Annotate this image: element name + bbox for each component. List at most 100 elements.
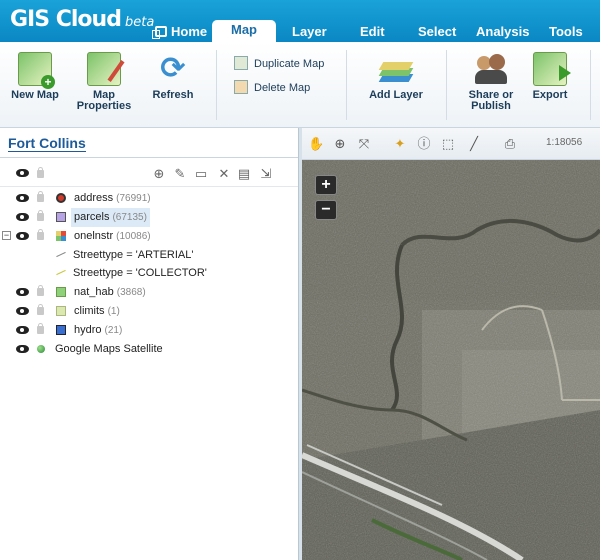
eye-icon[interactable]	[16, 345, 29, 353]
layers-panel: Fort Collins ⊕ ✎ ▭ ✕ ▤ ⇲ address (76991) …	[0, 128, 298, 560]
feature-count: (21)	[104, 325, 123, 336]
polygon-symbol-icon	[56, 287, 66, 297]
edit-icon[interactable]: ✎	[173, 167, 187, 181]
refresh-icon: ⟳	[160, 52, 186, 85]
share-publish-button[interactable]: Share or Publish	[462, 52, 520, 112]
select-pointer-icon[interactable]: ✦	[392, 136, 408, 152]
polygon-symbol-icon	[56, 325, 66, 335]
duplicate-icon	[234, 56, 248, 70]
new-map-button[interactable]: + New Map	[8, 52, 62, 101]
layer-row-nat-hab[interactable]: nat_hab (3868)	[0, 283, 298, 301]
ribbon-divider	[346, 50, 347, 120]
eye-icon[interactable]	[16, 169, 29, 177]
print-icon[interactable]: ⎙	[502, 136, 518, 152]
lock-icon[interactable]	[37, 285, 44, 296]
lock-icon[interactable]	[37, 167, 44, 178]
lock-icon[interactable]	[37, 210, 44, 221]
map-toolbar: ✋ ⊕ ⤧ ✦ ⓘ ⬚ ╱ ⎙ 1:18056	[302, 128, 600, 160]
measure-ruler-icon[interactable]: ╱	[466, 136, 482, 152]
layer-row-address[interactable]: address (76991)	[0, 189, 298, 207]
line-symbol-icon	[56, 269, 66, 276]
map-view[interactable]: + −	[302, 160, 600, 560]
collapse-toggle[interactable]: −	[2, 231, 11, 240]
line-symbol-icon	[56, 251, 66, 258]
layer-row-climits[interactable]: climits (1)	[0, 302, 298, 320]
menu-tools[interactable]: Tools	[549, 22, 583, 42]
project-title[interactable]: Fort Collins	[8, 136, 86, 152]
feature-count: (76991)	[116, 193, 151, 204]
sublayer-label: Streettype = 'ARTERIAL'	[73, 249, 194, 261]
zoom-in-button[interactable]: +	[315, 175, 337, 195]
layer-name: address	[74, 192, 114, 204]
refresh-button[interactable]: ⟳ Refresh	[146, 52, 200, 101]
delete-icon	[234, 80, 248, 94]
eye-icon[interactable]	[16, 232, 29, 240]
layer-name: onelnstr	[74, 230, 114, 242]
multi-style-icon	[56, 231, 66, 241]
home-icon	[152, 26, 167, 39]
sublayer-arterial[interactable]: Streettype = 'ARTERIAL'	[0, 246, 298, 264]
sublayer-collector[interactable]: Streettype = 'COLLECTOR'	[0, 264, 298, 282]
folder-add-icon[interactable]: ▭	[194, 167, 208, 181]
menu-map[interactable]: Map	[212, 20, 276, 42]
eye-icon[interactable]	[16, 213, 29, 221]
lock-icon[interactable]	[37, 191, 44, 202]
layer-row-parcels[interactable]: parcels (67135)	[0, 208, 298, 227]
layer-toolbar: ⊕ ✎ ▭ ✕ ▤ ⇲	[0, 164, 298, 184]
layer-row-hydro[interactable]: hydro (21)	[0, 321, 298, 339]
point-symbol-icon	[56, 193, 66, 203]
menu-select[interactable]: Select	[418, 22, 456, 42]
export-button[interactable]: Export	[526, 52, 574, 101]
info-icon[interactable]: ⓘ	[416, 136, 432, 152]
map-properties-button[interactable]: Map Properties	[72, 52, 136, 112]
delete-map-button[interactable]: Delete Map	[234, 80, 310, 96]
satellite-imagery	[302, 160, 600, 560]
eye-icon[interactable]	[16, 326, 29, 334]
ribbon-divider	[446, 50, 447, 120]
full-extent-icon[interactable]: ⤧	[356, 136, 372, 152]
layer-name: hydro	[74, 324, 102, 336]
top-menu-bar: GIS Cloud beta Home Map Layer Edit Select…	[0, 0, 600, 42]
layer-name: nat_hab	[74, 286, 114, 298]
eye-icon[interactable]	[16, 307, 29, 315]
menu-home[interactable]: Home	[152, 22, 207, 42]
feature-count: (3868)	[116, 287, 146, 298]
zoom-box-icon[interactable]: ⊕	[332, 136, 348, 152]
divider	[0, 186, 298, 187]
pan-hand-icon[interactable]: ✋	[308, 136, 324, 152]
eye-icon[interactable]	[16, 288, 29, 296]
divider	[0, 157, 298, 158]
polygon-symbol-icon	[56, 306, 66, 316]
layer-name: parcels	[74, 211, 110, 223]
ribbon-toolbar: + New Map Map Properties ⟳ Refresh Dupli…	[0, 42, 600, 128]
layer-row-google-satellite[interactable]: Google Maps Satellite	[0, 340, 298, 358]
lock-icon[interactable]	[37, 323, 44, 334]
globe-icon	[37, 345, 45, 353]
ribbon-divider	[216, 50, 217, 120]
eye-icon[interactable]	[16, 194, 29, 202]
layer-name: climits	[74, 305, 105, 317]
feature-count: (10086)	[116, 231, 151, 242]
menu-edit[interactable]: Edit	[360, 22, 385, 42]
add-icon[interactable]: ⊕	[152, 167, 166, 181]
ribbon-divider	[590, 50, 591, 120]
add-layer-button[interactable]: Add Layer	[364, 60, 428, 101]
collapse-all-icon[interactable]: ⇲	[259, 167, 273, 181]
menu-layer[interactable]: Layer	[292, 22, 327, 42]
polygon-symbol-icon	[56, 212, 66, 222]
rectangle-select-icon[interactable]: ⬚	[440, 136, 456, 152]
duplicate-map-button[interactable]: Duplicate Map	[234, 56, 324, 72]
properties-icon[interactable]: ▤	[237, 167, 251, 181]
layer-name: Google Maps Satellite	[55, 343, 163, 355]
zoom-out-button[interactable]: −	[315, 200, 337, 220]
menu-analysis[interactable]: Analysis	[476, 22, 529, 42]
map-scale: 1:18056	[546, 137, 583, 148]
gis-cloud-logo: GIS Cloud beta	[10, 7, 155, 32]
lock-icon[interactable]	[37, 304, 44, 315]
sublayer-label: Streettype = 'COLLECTOR'	[73, 267, 207, 279]
users-icon	[474, 52, 508, 86]
lock-icon[interactable]	[37, 229, 44, 240]
feature-count: (67135)	[112, 212, 147, 223]
delete-icon[interactable]: ✕	[217, 167, 231, 181]
layer-row-onelnstr[interactable]: − onelnstr (10086)	[0, 227, 298, 245]
